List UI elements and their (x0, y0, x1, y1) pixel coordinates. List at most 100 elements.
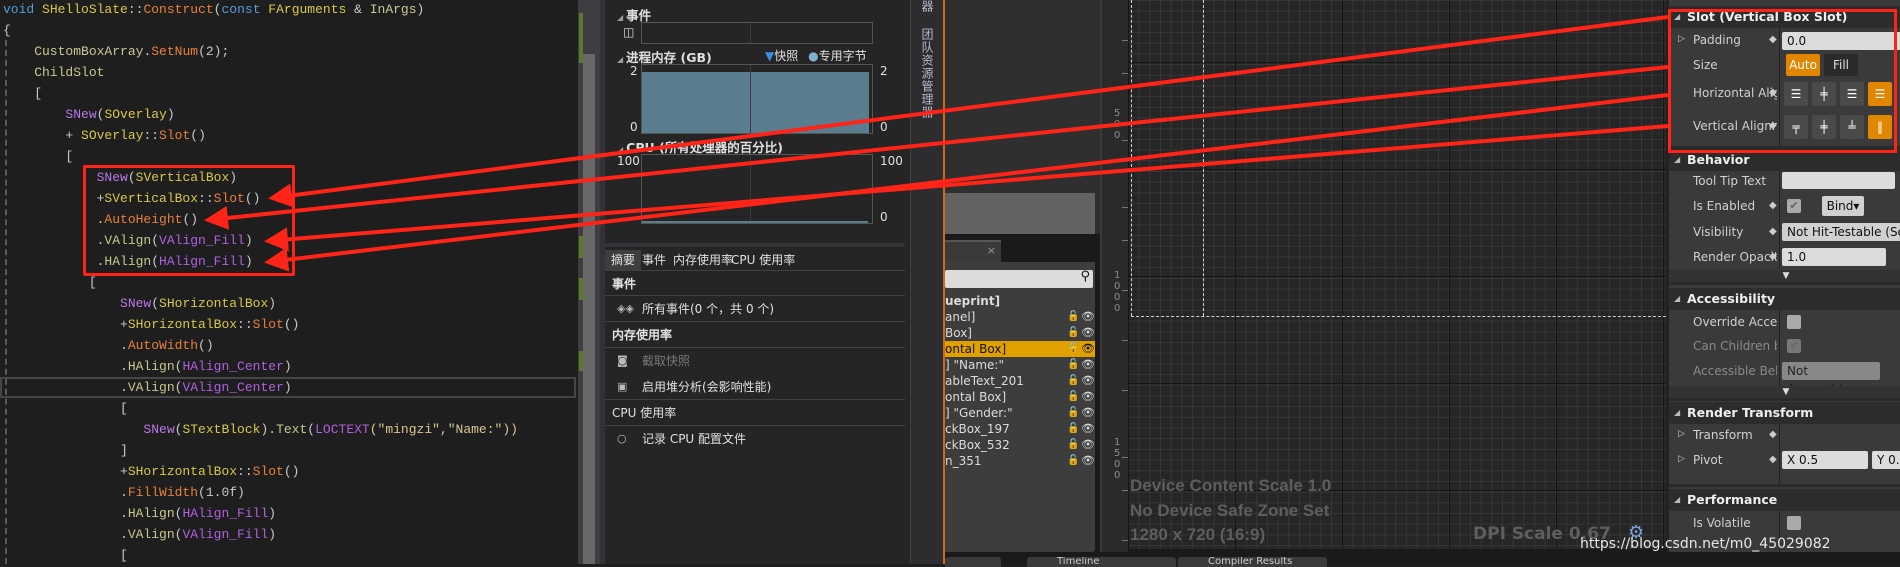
eye-icon[interactable]: 👁 (1081, 437, 1095, 453)
close-icon[interactable]: × (987, 244, 996, 257)
chip-icon: ▣ (617, 380, 628, 393)
performance-section-header[interactable]: Performance (1669, 489, 1900, 511)
lock-icon[interactable]: 🔓 (1067, 341, 1079, 357)
lock-icon[interactable]: 🔓 (1067, 389, 1079, 405)
accessibility-section-header[interactable]: Accessibility (1669, 288, 1900, 310)
eye-icon[interactable]: 👁 (1081, 421, 1095, 437)
resolution-text: 1280 x 720 (16:9) (1130, 525, 1266, 544)
is-enabled-checkbox[interactable]: ✔ (1787, 199, 1801, 213)
search-icon[interactable]: ⚲ (1080, 269, 1090, 284)
code-line: { (3, 20, 11, 41)
visibility-dropdown[interactable]: Not Hit-Testable (Se▾ (1782, 223, 1900, 241)
is-enabled-label: Is Enabled (1693, 199, 1756, 213)
expand-icon[interactable]: ▷ (1678, 429, 1685, 439)
code-token: () (283, 464, 300, 479)
hierarchy-row[interactable]: anel] 🔓 👁 (945, 309, 1095, 325)
lock-icon[interactable]: 🔓 (1067, 325, 1079, 341)
hierarchy-row[interactable]: ueprint] (945, 293, 1095, 309)
hierarchy-row-label: ontal Box] (945, 390, 1007, 404)
code-token: STextBlock (182, 422, 261, 437)
render-transform-section-header[interactable]: Render Transform (1669, 402, 1900, 424)
bind-dropdown[interactable]: Bind▾ (1822, 196, 1864, 216)
eye-icon[interactable]: 👁 (1081, 309, 1095, 325)
reset-icon[interactable]: ◆ (1769, 454, 1777, 465)
take-snapshot-button[interactable]: ◙ 截取快照 (605, 348, 905, 374)
eye-icon[interactable]: 👁 (1081, 405, 1095, 421)
hierarchy-row[interactable]: ontal Box] 🔓 👁 (945, 389, 1095, 405)
camera-icon: ◙ (617, 354, 628, 367)
change-marker (579, 13, 583, 63)
hierarchy-row[interactable]: Box] 🔓 👁 (945, 325, 1095, 341)
reset-icon[interactable]: ◆ (1769, 226, 1777, 237)
expand-advanced-icon[interactable]: ▼ (1669, 270, 1900, 282)
render-opacity-input[interactable]: 1.0 (1782, 248, 1886, 266)
lock-icon[interactable]: 🔓 (1067, 405, 1079, 421)
code-line: .AutoWidth() (3, 335, 214, 356)
all-events-label: 所有事件(0 个，共 0 个) (642, 302, 775, 316)
code-token: HAlign_Center (182, 359, 284, 374)
eye-icon[interactable]: 👁 (1081, 325, 1095, 341)
tooltip-label: Tool Tip Text (1693, 174, 1767, 188)
scrollbar-thumb[interactable] (583, 54, 595, 564)
expand-advanced-icon[interactable]: ▼ (1669, 386, 1900, 398)
transform-label: Transform (1693, 428, 1753, 442)
designer-canvas[interactable]: Device Content Scale 1.0 No Device Safe … (1128, 0, 1666, 549)
is-volatile-checkbox[interactable] (1787, 516, 1801, 530)
eye-icon[interactable]: 👁 (1081, 341, 1095, 357)
expand-icon[interactable]: ▷ (1678, 454, 1685, 464)
hierarchy-search-input[interactable]: ⚲ (945, 269, 1093, 288)
hierarchy-row[interactable]: n_351 🔓 👁 (945, 453, 1095, 469)
override-accessibility-checkbox[interactable] (1787, 315, 1801, 329)
record-icon: ○ (617, 432, 627, 445)
code-token: VAlign_Center (182, 380, 284, 395)
code-editor[interactable]: void SHelloSlate::Construct(const FArgum… (0, 0, 578, 564)
hierarchy-row[interactable]: ] "Gender:" 🔓 👁 (945, 405, 1095, 421)
tab-compiler-results[interactable]: Compiler Results (1178, 557, 1327, 567)
lock-icon[interactable]: 🔓 (1067, 309, 1079, 325)
tab-cpu-usage[interactable]: CPU 使用率 (725, 250, 801, 270)
hierarchy-row[interactable]: ontal Box] 🔓 👁 (945, 341, 1095, 357)
lock-icon[interactable]: 🔓 (1067, 373, 1079, 389)
tooltip-input[interactable] (1782, 172, 1895, 189)
hierarchy-row[interactable]: ableText_201 🔓 👁 (945, 373, 1095, 389)
hierarchy-row[interactable]: ckBox_532 🔓 👁 (945, 437, 1095, 453)
lock-icon[interactable]: 🔓 (1067, 357, 1079, 373)
code-token: VAlign (127, 527, 175, 542)
hierarchy-row[interactable]: ] "Name:" 🔓 👁 (945, 357, 1095, 373)
eye-icon[interactable]: 👁 (1081, 357, 1095, 373)
code-token: void (3, 2, 43, 17)
lock-icon[interactable]: 🔓 (1067, 437, 1079, 453)
eye-icon[interactable]: 👁 (1081, 389, 1095, 405)
cpu-axis-max: 100 (617, 154, 640, 168)
lock-icon[interactable]: 🔓 (1067, 421, 1079, 437)
code-token: FillWidth (127, 485, 199, 500)
reset-icon[interactable]: ◆ (1769, 429, 1777, 440)
code-token: { (3, 23, 11, 38)
all-events-link[interactable]: ◈◈ 所有事件(0 个，共 0 个) (605, 296, 905, 322)
reset-icon[interactable]: ◆ (1769, 200, 1777, 211)
record-cpu-button[interactable]: ○ 记录 CPU 配置文件 (605, 426, 905, 452)
side-tab-1[interactable]: 器 (919, 0, 936, 13)
bottom-tab[interactable] (945, 557, 1001, 567)
change-marker (579, 278, 583, 300)
eye-icon[interactable]: 👁 (1081, 373, 1095, 389)
widget-bounds (1131, 316, 1666, 317)
pivot-y-input[interactable]: Y 0.5 (1872, 451, 1900, 469)
editor-scrollbar[interactable] (578, 0, 600, 564)
pivot-x-input[interactable]: X 0.5 (1782, 451, 1868, 469)
heap-profiling-button[interactable]: ▣ 启用堆分析(会影响性能) (605, 374, 905, 400)
pause-icon[interactable]: ◫ (623, 25, 634, 39)
side-tab-team-explorer[interactable]: 团队资源管理器 (919, 28, 936, 119)
tab-timeline[interactable]: Timeline (1027, 557, 1176, 567)
cpu-chart (641, 154, 873, 224)
hierarchy-tab[interactable]: × (945, 240, 1001, 262)
hierarchy-row[interactable]: ckBox_197 🔓 👁 (945, 421, 1095, 437)
reset-icon[interactable]: ◆ (1769, 251, 1777, 262)
code-line: [ (3, 398, 128, 419)
code-token: AutoWidth (127, 338, 199, 353)
eye-icon[interactable]: 👁 (1081, 453, 1095, 469)
code-token: . (3, 506, 128, 521)
lock-icon[interactable]: 🔓 (1067, 453, 1079, 469)
private-bytes-marker-icon: ● (808, 49, 819, 63)
cpu-axis-min-right: 0 (880, 210, 888, 224)
